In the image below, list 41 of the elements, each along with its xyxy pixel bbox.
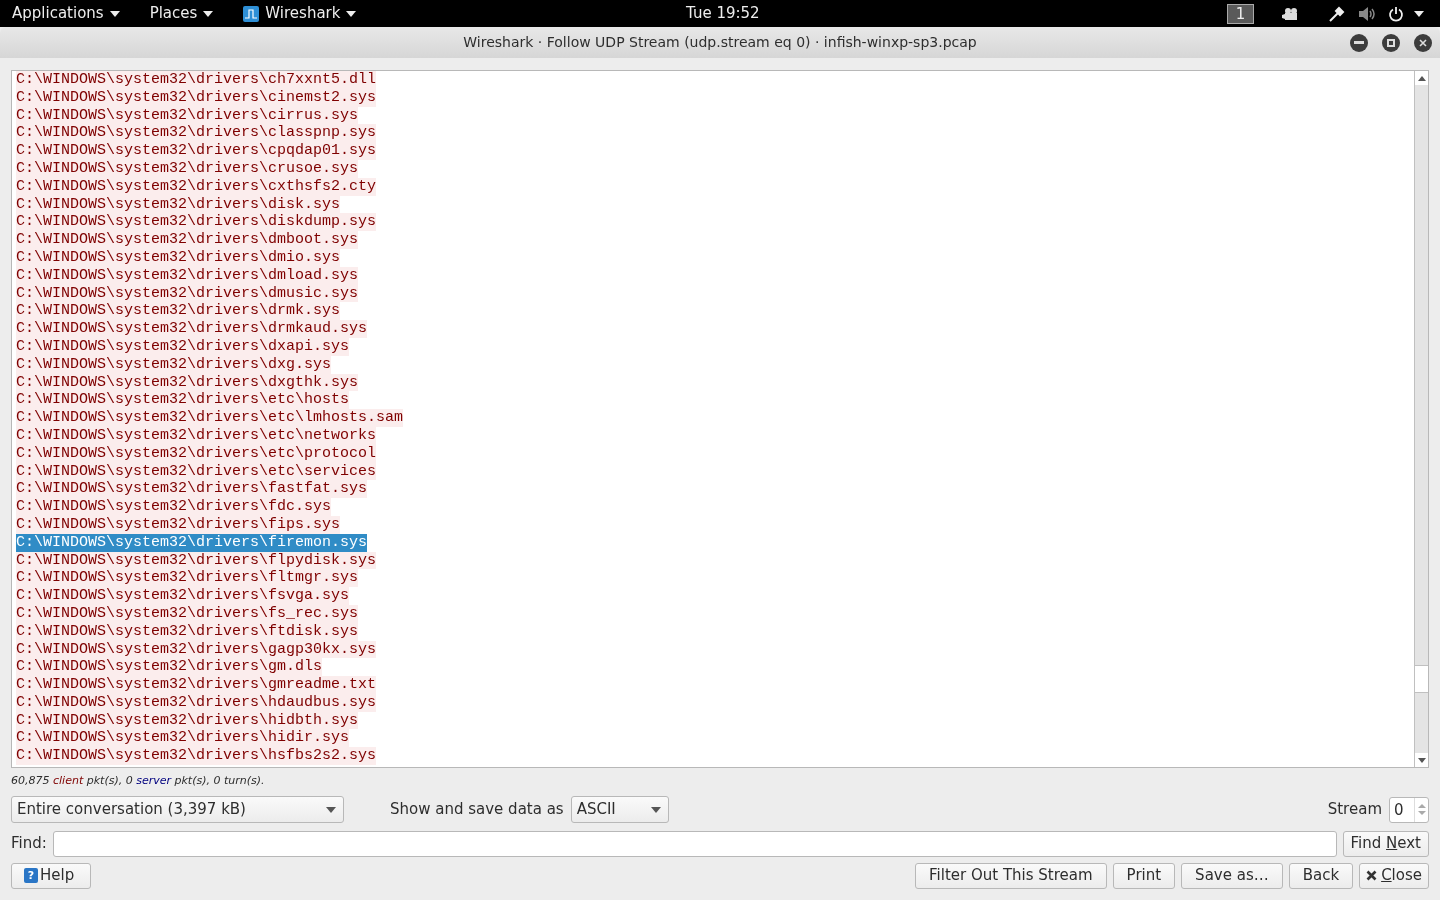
- help-icon: ?: [24, 868, 38, 883]
- close-icon: [1419, 38, 1427, 47]
- dialog-button[interactable]: Print: [1112, 862, 1176, 889]
- workspace-indicator[interactable]: 1: [1227, 3, 1254, 24]
- maximize-button[interactable]: [1382, 33, 1400, 52]
- top-bar-menu[interactable]: Applications: [12, 2, 120, 25]
- stream-label: Stream: [1327, 799, 1382, 821]
- format-label: Show and save data as: [390, 799, 564, 821]
- scroll-down-icon[interactable]: [1417, 757, 1426, 763]
- window-title: Wireshark · Follow UDP Stream (udp.stream eq 0) · infish-winxp-sp3.pcap: [463, 33, 977, 52]
- help-button[interactable]: ? Help: [11, 862, 91, 889]
- scroll-up-icon[interactable]: [1417, 75, 1426, 81]
- menu-caret-icon: [1414, 10, 1424, 17]
- caret-icon: [326, 806, 336, 813]
- top-bar-menu[interactable]: Places: [149, 2, 214, 25]
- stream-text-area[interactable]: [11, 70, 1429, 768]
- app-icon: [243, 5, 260, 22]
- close-button[interactable]: Close: [1359, 862, 1429, 889]
- conversation-dropdown[interactable]: Entire conversation (3,397 kB): [11, 796, 344, 823]
- packet-summary: 60,875 client pkt(s), 0 server pkt(s), 0 turn(s).: [11, 773, 265, 789]
- find-field[interactable]: [52, 830, 1337, 857]
- caret-icon: [203, 10, 214, 17]
- find-next-button[interactable]: Find Next: [1342, 830, 1429, 857]
- close-icon: [1366, 870, 1378, 881]
- caret-icon: [109, 10, 120, 17]
- scroll-thumb[interactable]: [1415, 665, 1428, 693]
- volume-icon[interactable]: [1358, 5, 1376, 22]
- power-icon[interactable]: [1388, 5, 1404, 22]
- camera-icon[interactable]: [1282, 6, 1300, 21]
- dialog-button[interactable]: Back: [1288, 862, 1354, 889]
- format-dropdown[interactable]: ASCII: [570, 796, 669, 823]
- minimize-button[interactable]: [1350, 33, 1368, 52]
- vertical-scrollbar[interactable]: [1414, 71, 1428, 767]
- dialog-button[interactable]: Filter Out This Stream: [915, 862, 1107, 889]
- caret-icon: [650, 806, 661, 813]
- dialog-button[interactable]: Save as…: [1181, 862, 1283, 889]
- caret-icon: [346, 10, 357, 17]
- top-bar-menu[interactable]: Wireshark: [243, 2, 357, 25]
- clock[interactable]: Tue 19:52: [686, 2, 760, 25]
- find-label: Find:: [11, 833, 47, 855]
- close-window-button[interactable]: [1414, 33, 1432, 52]
